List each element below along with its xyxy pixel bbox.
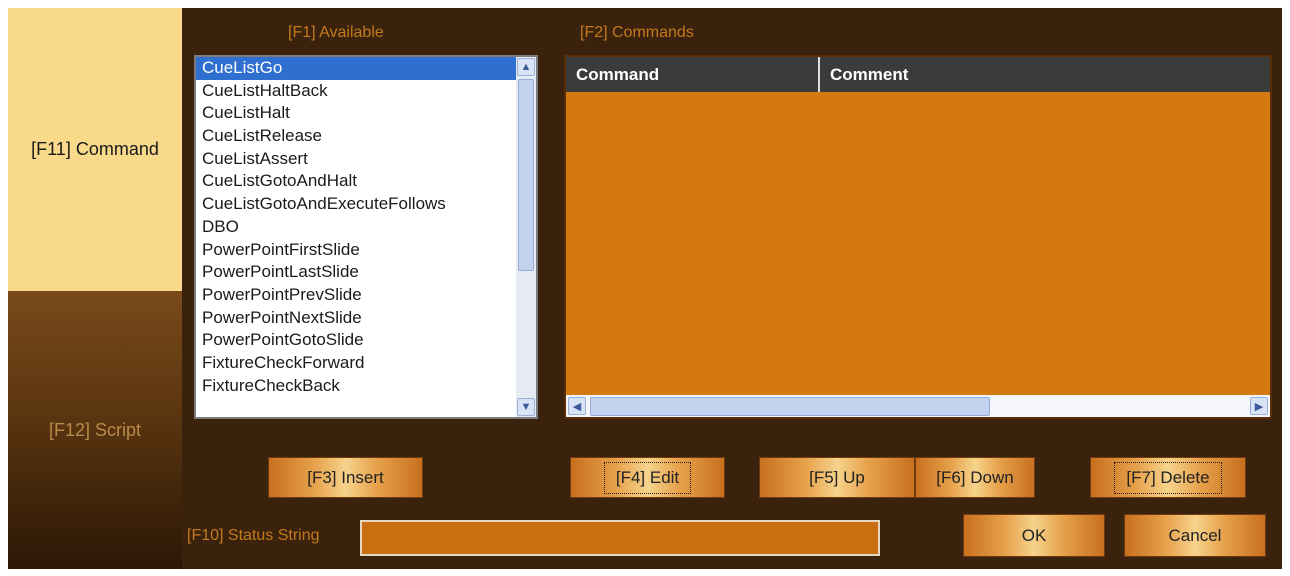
list-item[interactable]: PowerPointFirstSlide	[196, 239, 516, 262]
available-label: [F1] Available	[288, 24, 384, 41]
list-item[interactable]: PowerPointPrevSlide	[196, 284, 516, 307]
edit-button-label: [F4] Edit	[603, 461, 692, 494]
chevron-down-icon[interactable]: ▼	[517, 398, 535, 416]
up-button-label: [F5] Up	[809, 467, 865, 487]
delete-button[interactable]: [F7] Delete	[1090, 457, 1246, 498]
commands-label: [F2] Commands	[580, 24, 694, 41]
scroll-thumb[interactable]	[518, 79, 534, 271]
commands-horizontal-scrollbar[interactable]: ◀ ▶	[566, 395, 1270, 417]
cancel-button[interactable]: Cancel	[1124, 514, 1266, 557]
down-button[interactable]: [F6] Down	[915, 457, 1035, 498]
list-item[interactable]: CueListHalt	[196, 102, 516, 125]
commands-table-header: Command Comment	[566, 57, 1270, 92]
list-item[interactable]: PowerPointNextSlide	[196, 307, 516, 330]
chevron-left-icon[interactable]: ◀	[568, 397, 586, 415]
list-item[interactable]: CueListGotoAndHalt	[196, 170, 516, 193]
insert-button[interactable]: [F3] Insert	[268, 457, 423, 498]
column-header-command[interactable]: Command	[566, 57, 820, 92]
commands-table[interactable]: Command Comment ◀ ▶	[564, 55, 1272, 419]
list-item[interactable]: CueListGo	[196, 57, 516, 80]
edit-button[interactable]: [F4] Edit	[570, 457, 725, 498]
status-string-input[interactable]	[360, 520, 880, 556]
tab-command-label: [F11] Command	[31, 139, 159, 159]
status-string-label: [F10] Status String	[187, 527, 320, 544]
list-item[interactable]: DBO	[196, 216, 516, 239]
chevron-up-icon[interactable]: ▲	[517, 58, 535, 76]
chevron-right-icon[interactable]: ▶	[1250, 397, 1268, 415]
available-list[interactable]: CueListGo CueListHaltBack CueListHalt CueLi…	[194, 55, 538, 419]
list-item[interactable]: CueListHaltBack	[196, 80, 516, 103]
ok-button[interactable]: OK	[963, 514, 1105, 557]
scroll-thumb[interactable]	[590, 397, 990, 416]
list-item[interactable]: PowerPointLastSlide	[196, 261, 516, 284]
column-header-comment[interactable]: Comment	[820, 57, 1270, 92]
tab-script[interactable]: [F12] Script	[8, 291, 182, 569]
up-button[interactable]: [F5] Up	[759, 457, 915, 498]
list-item[interactable]: PowerPointGotoSlide	[196, 329, 516, 352]
tab-script-label: [F12] Script	[48, 419, 142, 440]
list-item[interactable]: FixtureCheckBack	[196, 375, 516, 398]
list-item[interactable]: CueListGotoAndExecuteFollows	[196, 193, 516, 216]
tab-command[interactable]: [F11] Command	[8, 8, 182, 291]
ok-button-label: OK	[1021, 525, 1047, 545]
list-item[interactable]: CueListRelease	[196, 125, 516, 148]
list-item[interactable]: CueListAssert	[196, 148, 516, 171]
dialog-window: [F11] Command [F12] Script [F1] Availabl…	[8, 8, 1282, 569]
available-vertical-scrollbar[interactable]: ▲ ▼	[516, 57, 536, 417]
insert-button-label: [F3] Insert	[307, 467, 384, 487]
down-button-label: [F6] Down	[936, 467, 1014, 487]
cancel-button-label: Cancel	[1168, 525, 1222, 545]
delete-button-label: [F7] Delete	[1114, 461, 1222, 494]
list-item[interactable]: FixtureCheckForward	[196, 352, 516, 375]
available-items: CueListGo CueListHaltBack CueListHalt CueLi…	[196, 57, 516, 397]
